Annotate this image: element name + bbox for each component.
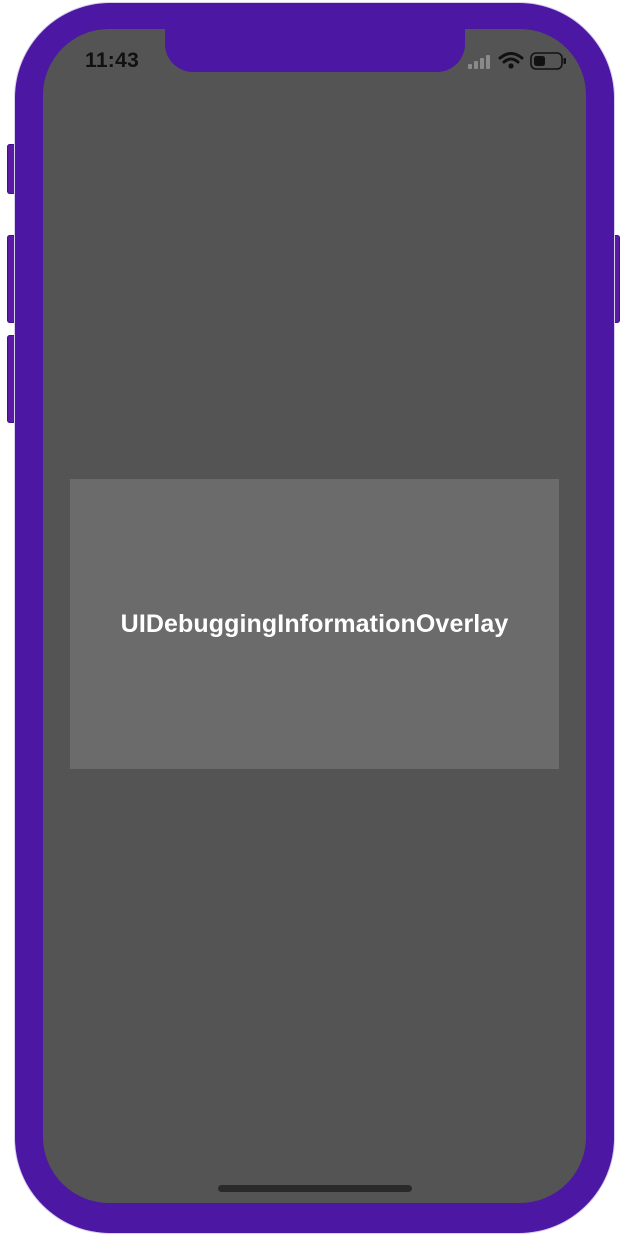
wifi-icon	[498, 52, 524, 69]
debug-overlay-label: UIDebuggingInformationOverlay	[120, 609, 509, 638]
status-icons	[466, 49, 570, 75]
home-indicator[interactable]	[218, 1185, 412, 1192]
debug-overlay-panel[interactable]: UIDebuggingInformationOverlay	[70, 479, 559, 769]
device-notch	[165, 26, 465, 72]
battery-icon	[530, 52, 566, 70]
status-time: 11:43	[85, 49, 140, 72]
cellular-signal-icon	[468, 55, 490, 69]
